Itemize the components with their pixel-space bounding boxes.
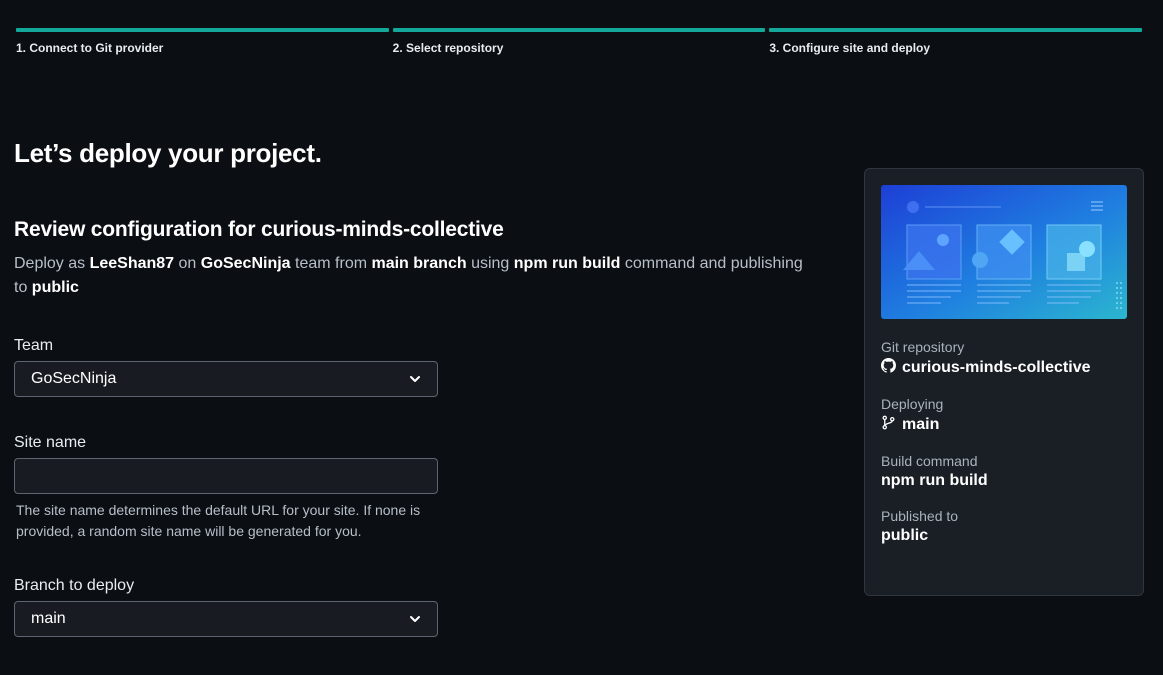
step-label: 1. Connect to Git provider [16,41,164,55]
team-label: Team [14,337,54,354]
summary-team: GoSecNinja [200,255,291,272]
build-command-label: Build command [881,453,978,469]
step-label: 2. Select repository [392,41,504,55]
summary-user: LeeShan87 [89,255,175,272]
branch-label: Branch to deploy [14,577,135,594]
summary-text: using [466,255,514,272]
step-progress-bar [16,28,389,32]
site-name-help-text: The site name determines the default URL… [16,502,421,539]
published-to-label: Published to [881,508,959,524]
published-to-info: Published to public [881,508,1127,545]
review-heading: Review configuration for curious-minds-c… [14,218,504,241]
git-repository-value[interactable]: curious-minds-collective [902,359,1091,377]
step-select-repository: 2. Select repository [392,28,766,55]
git-repository-info: Git repository curious-minds-collective [881,339,1127,378]
branch-select-value: main [31,610,66,627]
build-command-info: Build command npm run build [881,453,1127,490]
main-content: Let’s deploy your project. Review config… [14,134,814,300]
deploying-label: Deploying [881,396,944,412]
summary-text: on [174,255,201,272]
step-configure-deploy: 3. Configure site and deploy [769,28,1143,55]
step-progress-bar [769,28,1143,32]
branch-select[interactable]: main [14,601,438,637]
site-name-field: Site name The site name determines the d… [14,434,438,542]
step-progress-bar [392,28,766,32]
team-field: Team GoSecNinja [14,337,438,397]
site-preview-illustration [881,185,1127,319]
step-label: 3. Configure site and deploy [769,41,931,55]
deploying-branch-info: Deploying main [881,396,1127,435]
summary-text: team from [290,255,372,272]
git-repository-label: Git repository [881,339,965,355]
team-select[interactable]: GoSecNinja [14,361,438,397]
summary-publish-dir: public [31,279,79,296]
page-title: Let’s deploy your project. [14,138,322,168]
site-name-input[interactable] [14,458,438,494]
team-select-value: GoSecNinja [31,370,117,387]
build-command-value: npm run build [881,472,988,489]
chevron-down-icon [409,613,421,625]
git-branch-icon [881,415,896,435]
branch-field: Branch to deploy main [14,577,438,637]
git-repository-value-row: curious-minds-collective [881,358,1127,378]
deploy-summary-panel: Git repository curious-minds-collective … [864,168,1144,596]
deploy-summary: Deploy as LeeShan87 on GoSecNinja team f… [14,252,814,300]
progress-steps: 1. Connect to Git provider 2. Select rep… [16,28,1143,55]
github-icon [881,358,896,378]
published-to-value: public [881,527,929,544]
summary-text: Deploy as [14,255,90,272]
step-connect-git: 1. Connect to Git provider [16,28,389,55]
chevron-down-icon [409,373,421,385]
summary-branch: main branch [371,255,467,272]
deploying-value-row: main [881,415,1127,435]
deploying-value: main [902,416,940,433]
summary-command: npm run build [513,255,621,272]
site-name-label: Site name [14,434,87,451]
